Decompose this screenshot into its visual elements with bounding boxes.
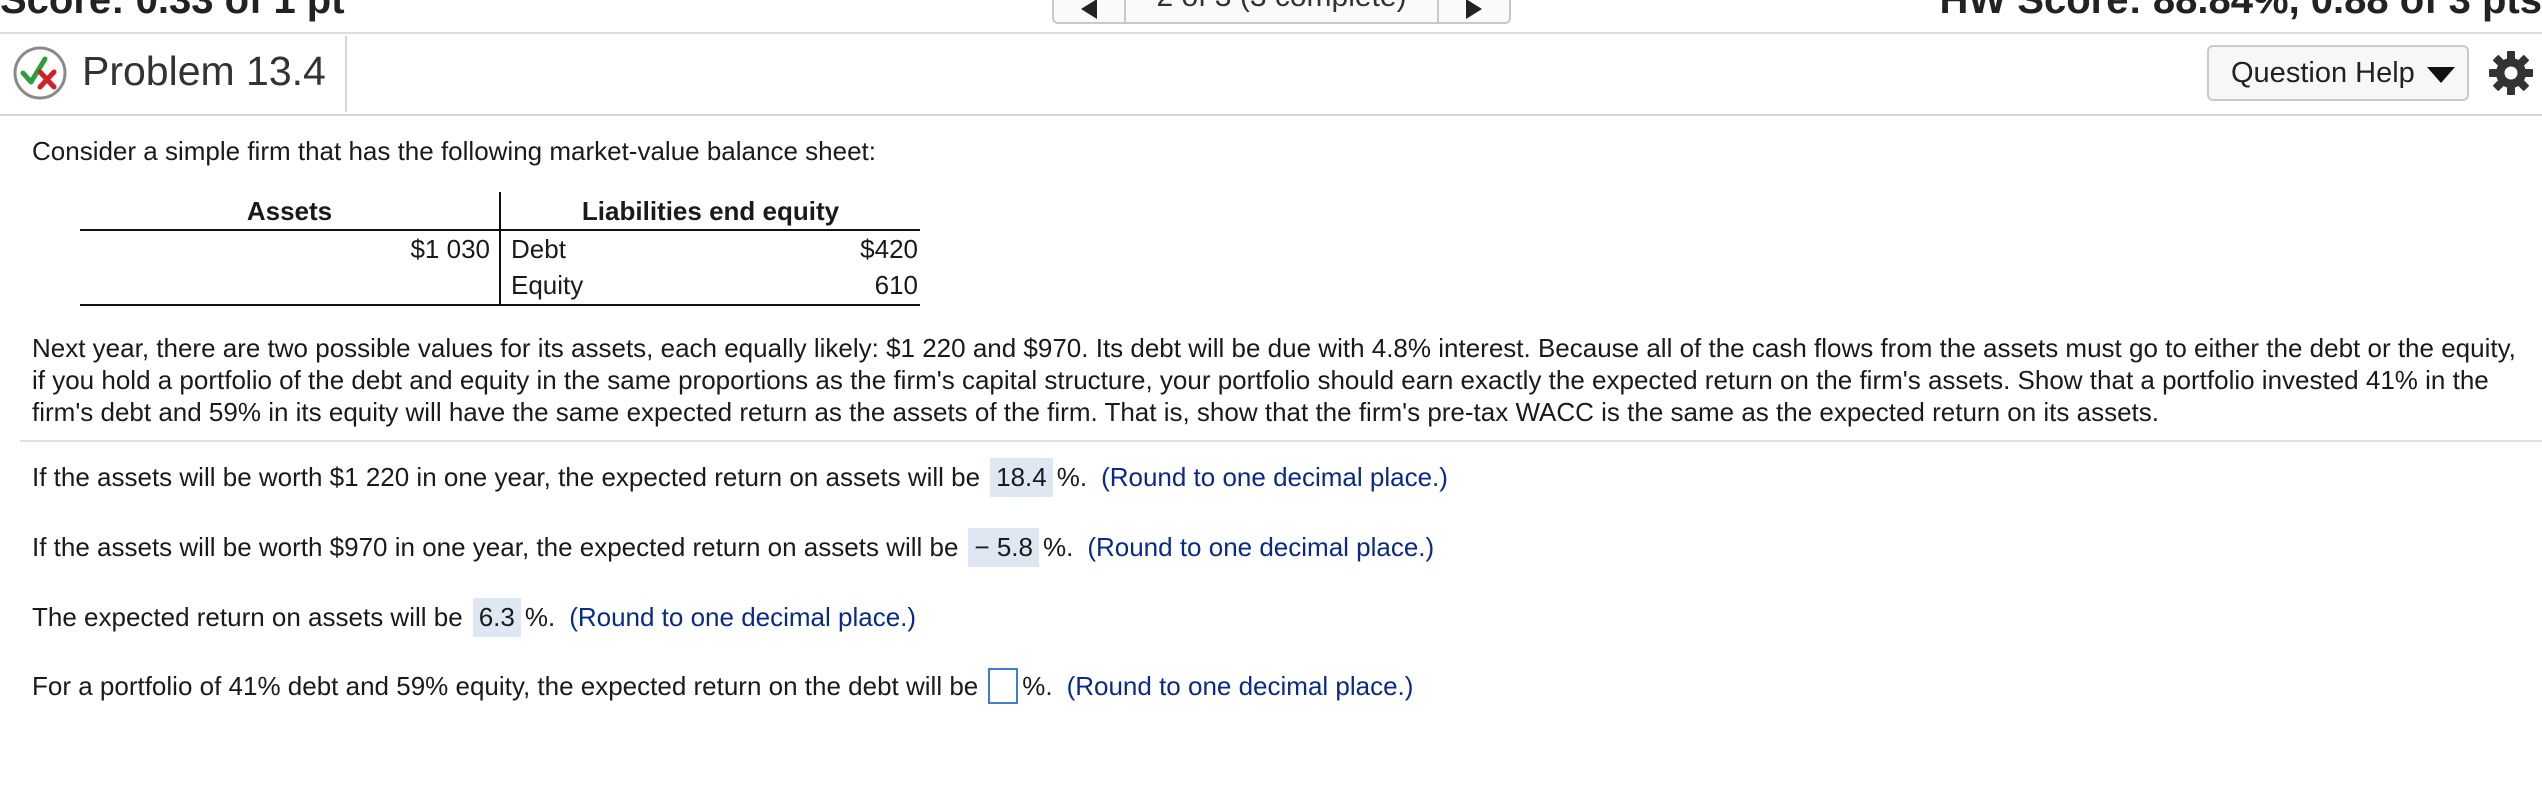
question-row: The expected return on assets will be 6.… (32, 598, 916, 637)
liabilities-header: Liabilities end equity (581, 196, 840, 226)
top-status-strip: Score: 0.33 of 1 pt 2 of 3 (3 complete) … (0, 0, 2542, 34)
answer-input[interactable] (988, 668, 1019, 704)
caret-down-icon (2426, 67, 2455, 83)
question-help-label: Question Help (2231, 56, 2415, 89)
rounding-hint: (Round to one decimal place.) (1101, 462, 1448, 492)
question-prompt: If the assets will be worth $970 in one … (32, 532, 959, 562)
gear-icon[interactable] (2488, 50, 2534, 96)
homework-score: HW Score: 88.84%, 0.88 of 3 pts (1939, 0, 2542, 22)
rounding-hint: (Round to one decimal place.) (1087, 532, 1435, 562)
question-prompt: For a portfolio of 41% debt and 59% equi… (32, 670, 979, 701)
rounding-hint: (Round to one decimal place.) (1066, 670, 1414, 701)
question-prompt: If the assets will be worth $1 220 in on… (32, 462, 981, 492)
equity-value: 610 (874, 270, 918, 300)
problem-header: Problem 13.4 Question Help (0, 34, 2542, 116)
percent-suffix: %. (524, 602, 556, 632)
section-divider (20, 440, 2542, 442)
question-score: Score: 0.33 of 1 pt (0, 0, 345, 22)
chevron-left-icon (1081, 0, 1097, 19)
answer-field[interactable]: − 5.8 (968, 528, 1039, 567)
next-question-button[interactable] (1437, 0, 1509, 22)
chevron-right-icon (1466, 0, 1482, 19)
assets-value: $1 030 (410, 234, 490, 264)
percent-suffix: %. (1042, 532, 1074, 562)
table-column-divider (499, 192, 501, 306)
partial-correct-icon (13, 46, 67, 100)
debt-label: Debt (511, 234, 566, 264)
percent-suffix: %. (1022, 670, 1053, 701)
question-help-button[interactable]: Question Help (2207, 45, 2469, 101)
assets-header: Assets (246, 196, 333, 226)
question-pager-label[interactable]: 2 of 3 (3 complete) (1124, 0, 1439, 14)
table-bottom-rule (80, 304, 920, 306)
question-row: For a portfolio of 41% debt and 59% equi… (32, 668, 1413, 704)
previous-question-button[interactable] (1054, 0, 1126, 22)
question-pager: 2 of 3 (3 complete) (1052, 0, 1511, 24)
rounding-hint: (Round to one decimal place.) (569, 602, 917, 632)
answer-field[interactable]: 6.3 (472, 598, 521, 637)
page-title: Problem 13.4 (82, 48, 326, 94)
equity-label: Equity (511, 270, 584, 300)
question-row: If the assets will be worth $970 in one … (32, 528, 1434, 567)
title-divider (345, 36, 347, 112)
balance-sheet-table: Assets Liabilities end equity $1 030 Deb… (80, 192, 920, 306)
problem-paragraph: Next year, there are two possible values… (32, 333, 2516, 427)
debt-value: $420 (860, 234, 918, 264)
answer-field[interactable]: 18.4 (990, 458, 1053, 497)
question-prompt: The expected return on assets will be (32, 602, 463, 632)
question-row: If the assets will be worth $1 220 in on… (32, 458, 1448, 497)
percent-suffix: %. (1056, 462, 1088, 492)
intro-text: Consider a simple firm that has the foll… (32, 136, 876, 166)
